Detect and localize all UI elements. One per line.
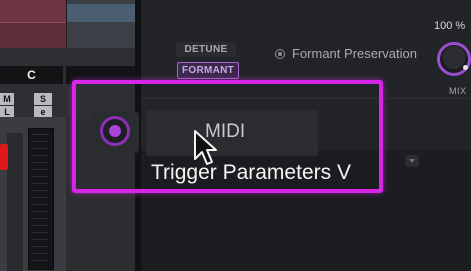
- meter-ticks: [32, 134, 48, 262]
- mix-label: MIX: [449, 86, 467, 96]
- mute-button[interactable]: M: [0, 93, 14, 105]
- formant-preservation-radio-icon[interactable]: [275, 49, 285, 59]
- formant-preservation-label: Formant Preservation: [292, 46, 417, 61]
- mix-knob[interactable]: [437, 42, 471, 76]
- dropdown-chevron-icon[interactable]: [405, 155, 419, 167]
- edit-icon: e: [40, 107, 46, 117]
- fader-cap[interactable]: [0, 144, 8, 170]
- mix-knob-pointer: [463, 65, 468, 70]
- detune-button[interactable]: DETUNE: [176, 42, 236, 57]
- highlight-box: [72, 80, 383, 193]
- track-divider: [66, 0, 67, 48]
- fader-rail: [7, 133, 23, 271]
- formant-button[interactable]: FORMANT: [177, 62, 239, 79]
- channel-name: C: [0, 66, 63, 84]
- solo-button[interactable]: S: [34, 93, 52, 105]
- mouse-cursor-icon: [194, 130, 217, 165]
- mix-value: 100 %: [434, 20, 466, 32]
- track-region-blue: [67, 4, 135, 22]
